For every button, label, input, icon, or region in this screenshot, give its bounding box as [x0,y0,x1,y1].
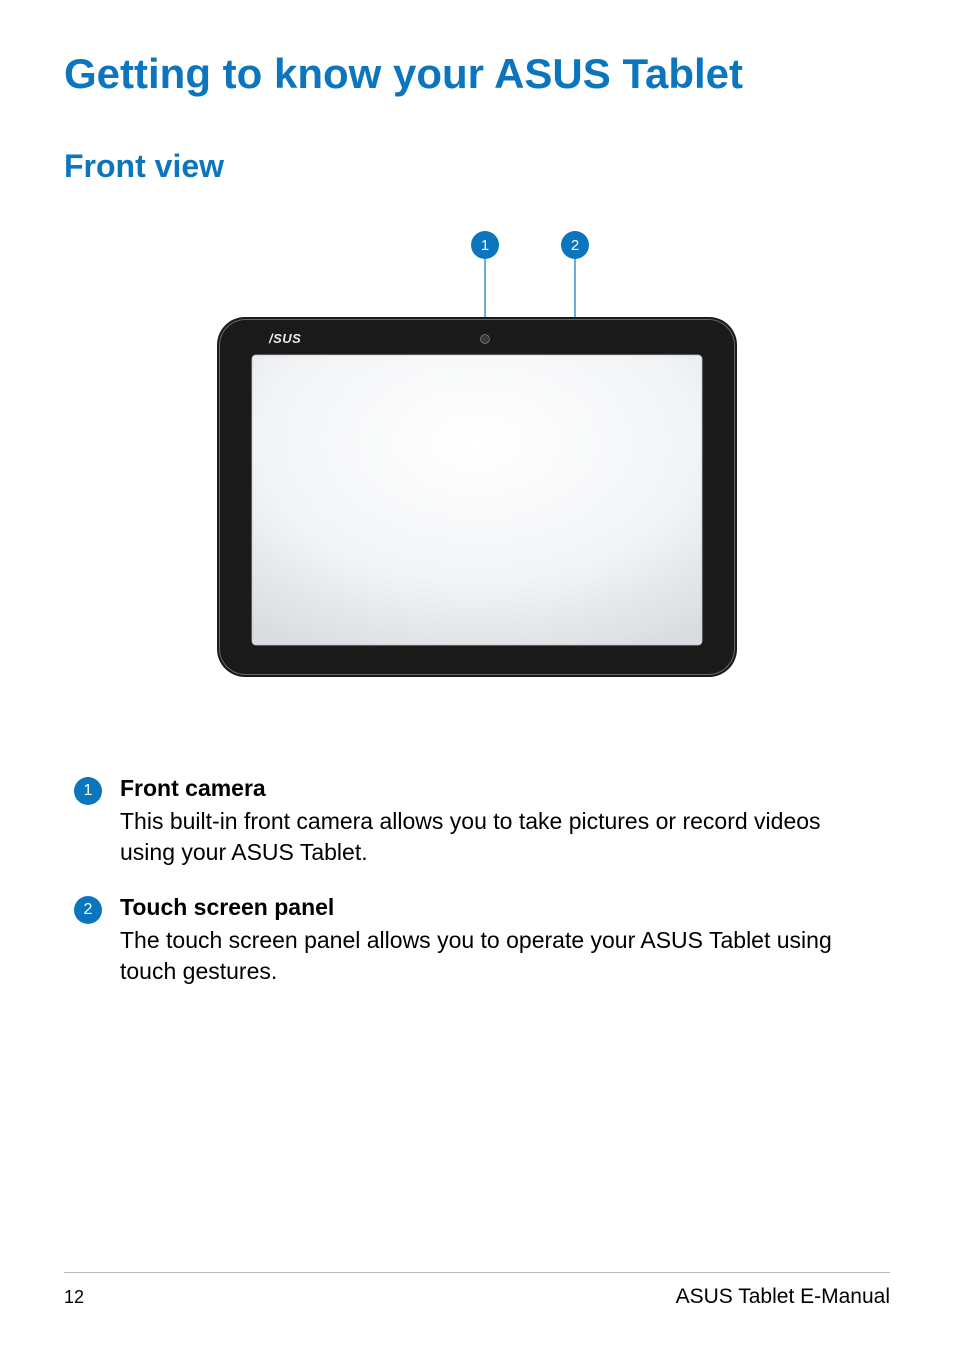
front-view-diagram: 1 2 /SUS [64,225,890,695]
brand-logo: /SUS [268,331,301,346]
callout-title: Front camera [120,775,880,802]
callout-number-badge: 2 [74,896,102,924]
document-page: Getting to know your ASUS Tablet Front v… [0,0,954,1357]
section-title: Front view [64,148,890,185]
callout-body: Front camera This built-in front camera … [120,775,880,868]
callout-text: This built-in front camera allows you to… [120,806,880,868]
tablet-body-icon: /SUS [217,317,737,677]
callout-body: Touch screen panel The touch screen pane… [120,894,880,987]
front-camera-icon [481,335,490,344]
tablet-svg: 1 2 /SUS [197,225,757,695]
callout-marker-1-label: 1 [481,237,489,254]
callout-title: Touch screen panel [120,894,880,921]
manual-name: ASUS Tablet E-Manual [676,1285,890,1309]
callout-text: The touch screen panel allows you to ope… [120,925,880,987]
page-number: 12 [64,1287,84,1308]
callout-list: 1 Front camera This built-in front camer… [64,775,890,987]
callout-marker-2-label: 2 [571,237,579,254]
page-title: Getting to know your ASUS Tablet [64,50,890,98]
page-footer: 12 ASUS Tablet E-Manual [64,1272,890,1309]
callout-item-1: 1 Front camera This built-in front camer… [74,775,880,868]
callout-item-2: 2 Touch screen panel The touch screen pa… [74,894,880,987]
touch-screen-icon [252,355,702,645]
callout-number-badge: 1 [74,777,102,805]
